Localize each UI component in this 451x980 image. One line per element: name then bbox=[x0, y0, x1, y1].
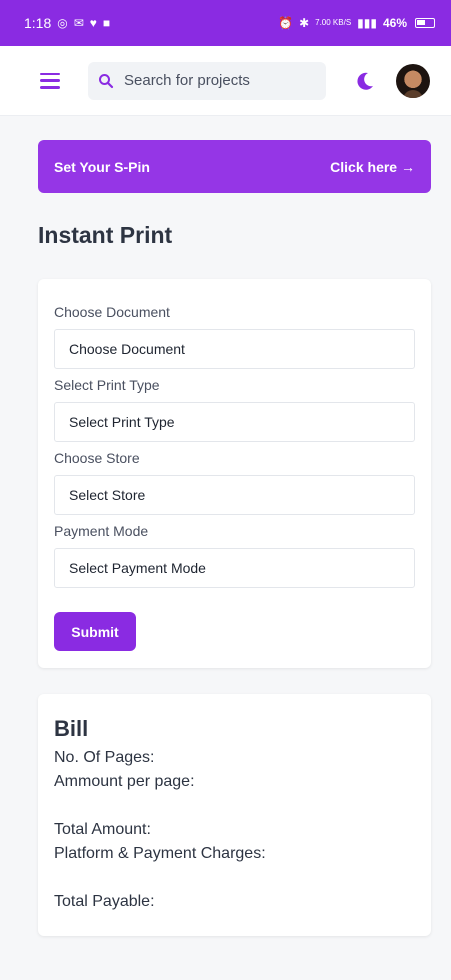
net-speed: 7.00 KB/S bbox=[315, 18, 352, 27]
spin-banner-label: Set Your S-Pin bbox=[54, 158, 150, 175]
menu-icon[interactable] bbox=[40, 72, 60, 89]
signal-icon: ▮▮▮ bbox=[357, 16, 377, 30]
print-type-label: Select Print Type bbox=[54, 377, 160, 393]
store-label: Choose Store bbox=[54, 450, 140, 466]
moon-icon[interactable] bbox=[354, 70, 376, 92]
total-amount-label: Total Amount: bbox=[54, 821, 151, 838]
search-input[interactable] bbox=[124, 72, 314, 89]
search-icon bbox=[99, 73, 114, 88]
status-time: 1:18 bbox=[24, 15, 52, 31]
bill-title: Bill bbox=[54, 716, 89, 741]
battery-icon bbox=[415, 18, 435, 28]
spin-banner[interactable]: Set Your S-Pin Click here → bbox=[38, 140, 431, 193]
payment-mode-label: Payment Mode bbox=[54, 523, 149, 539]
choose-document-label: Choose Document bbox=[54, 304, 170, 320]
pages-label: No. Of Pages: bbox=[54, 749, 155, 766]
page-title: Instant Print bbox=[38, 222, 173, 248]
status-bar: 1:18 ◎ ✉ ♥ ■ ⏰ ✱ 7.00 KB/S ▮▮▮ 46% bbox=[0, 0, 451, 46]
bluetooth-icon: ✱ bbox=[299, 16, 310, 30]
avatar[interactable] bbox=[396, 63, 430, 98]
instant-print-form: Choose Document Choose Document Select P… bbox=[38, 279, 431, 668]
bill-card: Bill No. Of Pages: Ammount per page: Tot… bbox=[38, 694, 431, 936]
top-nav bbox=[0, 46, 451, 116]
search-box[interactable] bbox=[88, 61, 326, 100]
choose-document-select[interactable]: Choose Document bbox=[54, 329, 415, 369]
battery-percent: 46% bbox=[382, 16, 407, 30]
payment-mode-select[interactable]: Select Payment Mode bbox=[54, 548, 415, 588]
total-payable-label: Total Payable: bbox=[54, 893, 155, 910]
status-right: ⏰ ✱ 7.00 KB/S ▮▮▮ 46% bbox=[278, 16, 435, 30]
mail-icon: ✉ bbox=[73, 16, 84, 30]
print-type-select[interactable]: Select Print Type bbox=[54, 402, 415, 442]
store-select[interactable]: Select Store bbox=[54, 475, 415, 515]
amount-per-page-label: Ammount per page: bbox=[54, 773, 195, 790]
status-left: 1:18 ◎ ✉ ♥ ■ bbox=[24, 15, 110, 31]
alarm-icon: ⏰ bbox=[278, 16, 294, 30]
heart-icon: ♥ bbox=[89, 16, 97, 30]
app-icon: ■ bbox=[102, 16, 111, 30]
submit-button[interactable]: Submit bbox=[54, 612, 136, 651]
whatsapp-icon: ◎ bbox=[57, 16, 68, 30]
charges-label: Platform & Payment Charges: bbox=[54, 845, 266, 862]
spin-banner-link[interactable]: Click here → bbox=[330, 159, 415, 175]
